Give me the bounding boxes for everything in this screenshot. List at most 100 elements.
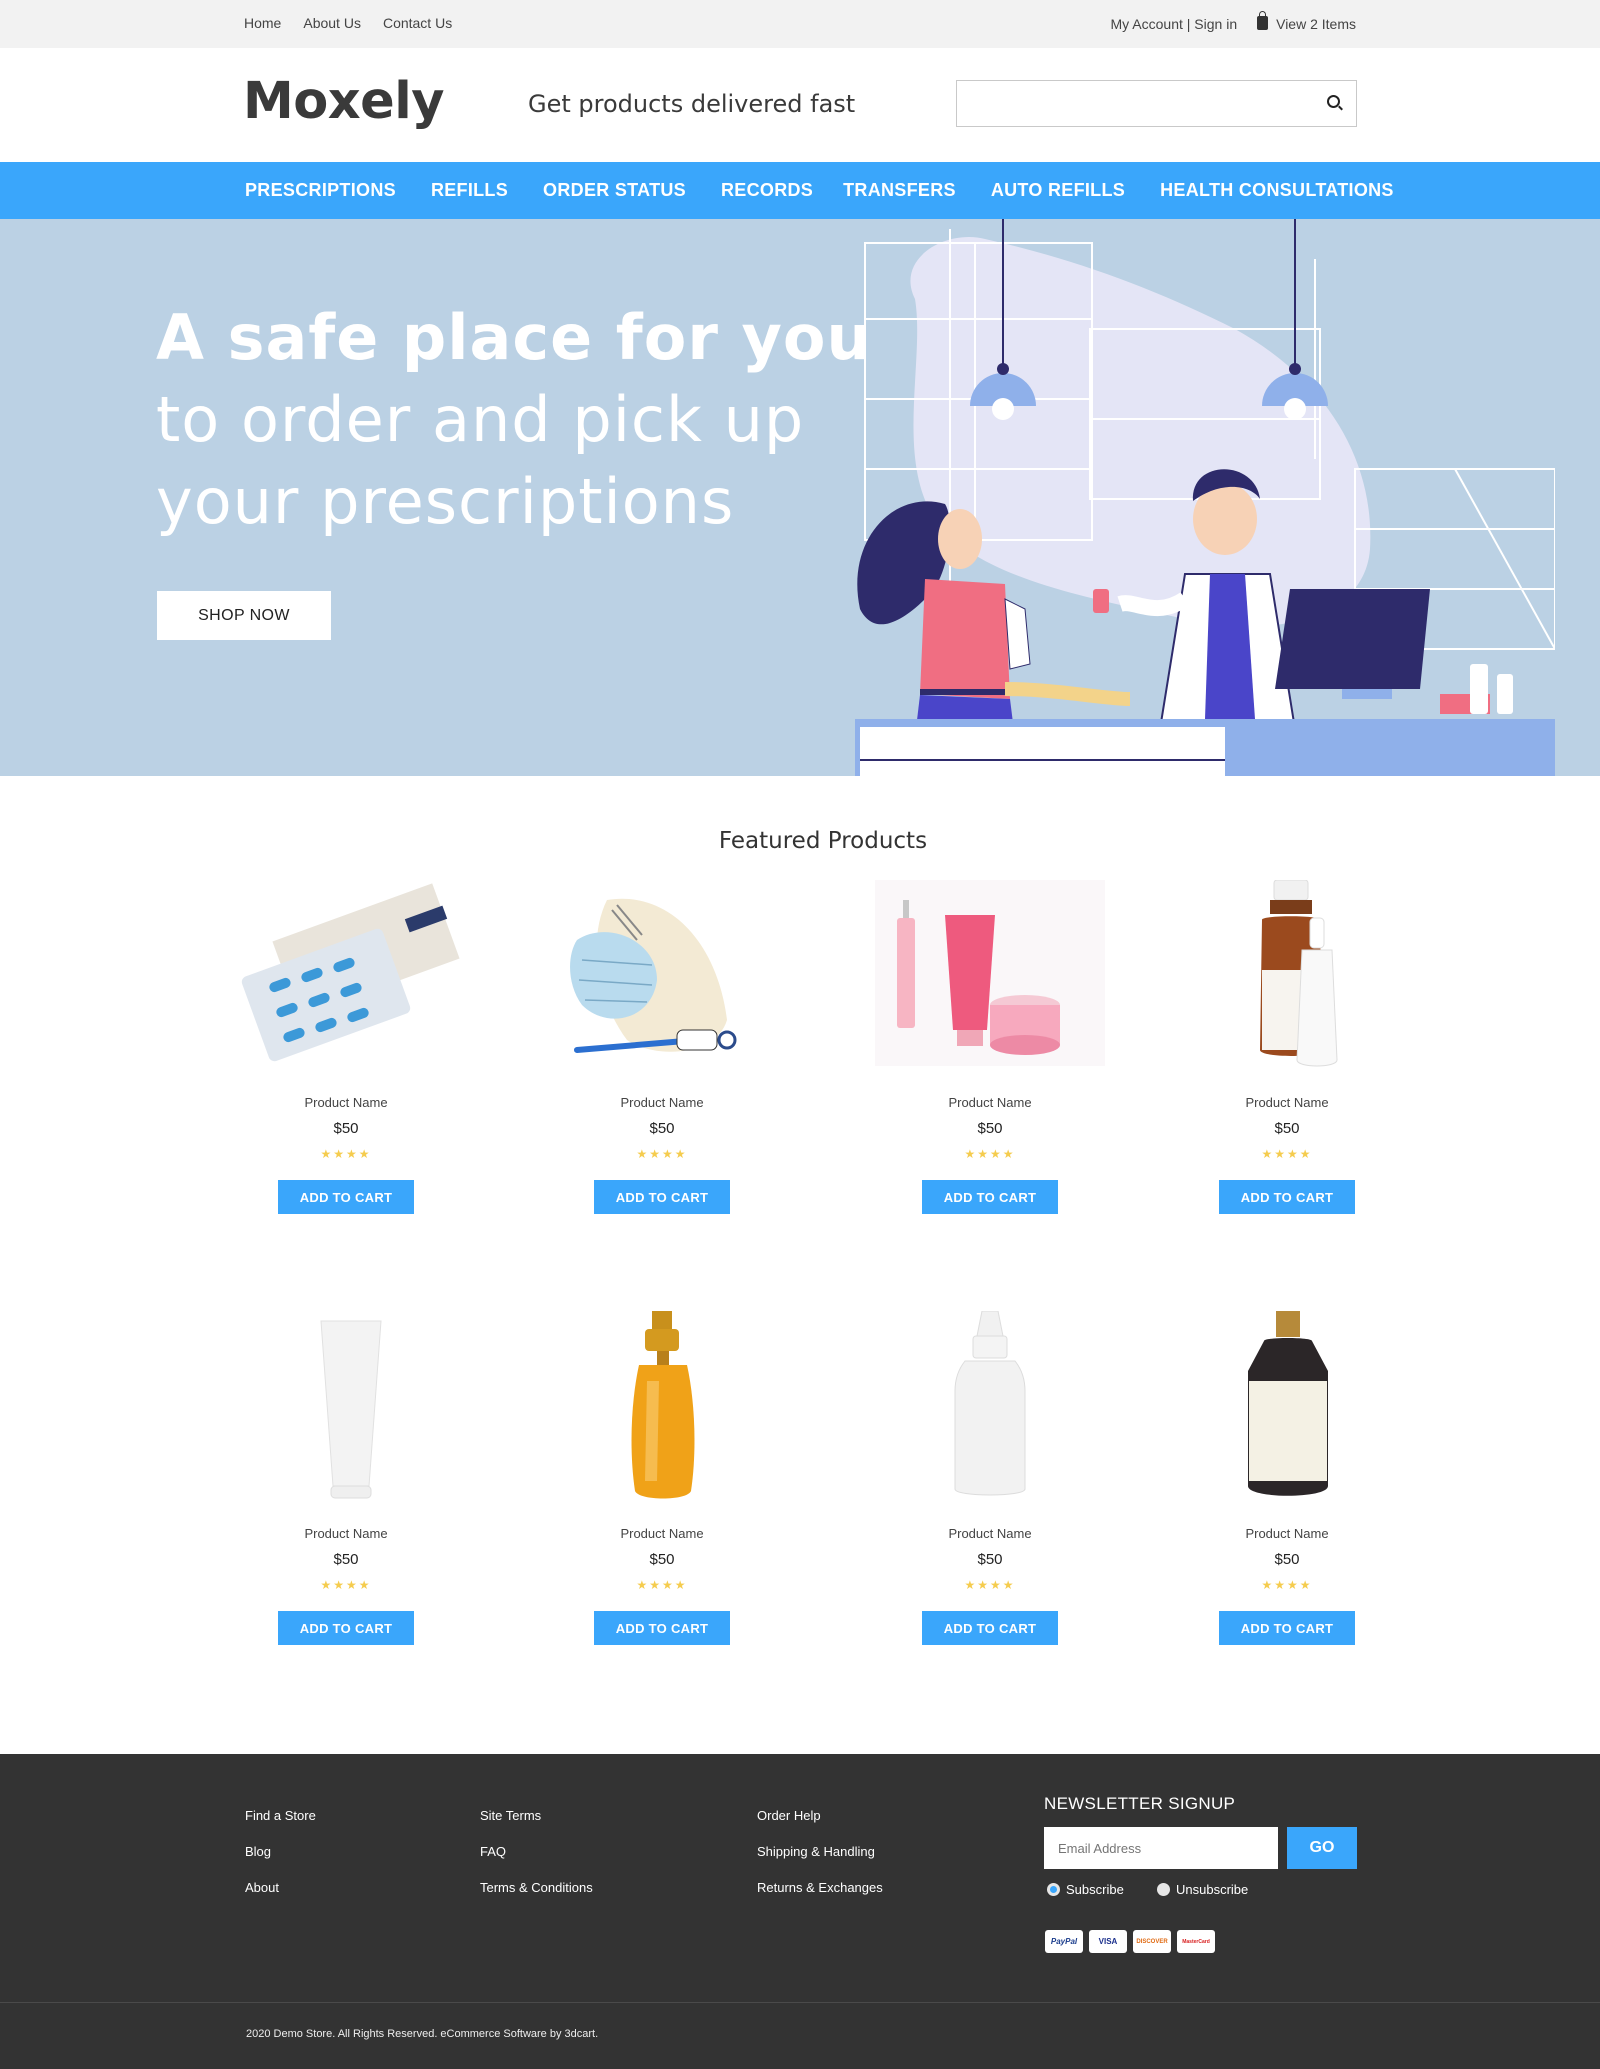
shop-now-button[interactable]: SHOP NOW	[157, 591, 331, 640]
terms-conditions-link[interactable]: Terms & Conditions	[480, 1870, 593, 1906]
top-bar: Home About Us Contact Us My Account | Si…	[0, 0, 1600, 48]
dropper-bottle-icon[interactable]	[875, 1310, 1105, 1511]
about-link[interactable]: About	[245, 1870, 316, 1906]
blog-link[interactable]: Blog	[245, 1834, 316, 1870]
footer-divider	[0, 2002, 1600, 2003]
rating-stars-icon: ★★★★	[964, 1147, 1016, 1161]
pill-blister-pack-icon[interactable]	[231, 880, 461, 1080]
copyright-text: 2020 Demo Store. All Rights Reserved. eC…	[246, 2028, 599, 2040]
medicine-bottles-icon[interactable]	[1172, 879, 1402, 1080]
account-signin-link[interactable]: My Account | Sign in	[1111, 16, 1238, 32]
discover-card-icon: DISCOVER	[1133, 1930, 1171, 1953]
hero-line-1: A safe place for you	[156, 301, 872, 374]
add-to-cart-button[interactable]: ADD TO CART	[922, 1180, 1058, 1214]
search-icon[interactable]	[1327, 95, 1340, 108]
first-aid-kit-icon[interactable]	[547, 880, 777, 1080]
product-price: $50	[977, 1551, 1003, 1568]
footer-column-2: Site Terms FAQ Terms & Conditions	[480, 1798, 593, 1906]
payment-methods: PayPal VISA DISCOVER MasterCard	[1045, 1930, 1215, 1953]
product-name[interactable]: Product Name	[840, 1526, 1140, 1544]
product-name[interactable]: Product Name	[840, 1095, 1140, 1113]
unsubscribe-radio[interactable]	[1157, 1883, 1170, 1896]
newsletter-title: NEWSLETTER SIGNUP	[1044, 1794, 1236, 1813]
hero-line-3: your prescriptions	[156, 465, 735, 538]
footer-column-3: Order Help Shipping & Handling Returns &…	[757, 1798, 883, 1906]
faq-link[interactable]: FAQ	[480, 1834, 593, 1870]
subscribe-option[interactable]: Subscribe	[1047, 1882, 1124, 1897]
main-nav: PRESCRIPTIONS REFILLS ORDER STATUS RECOR…	[0, 162, 1600, 219]
nav-auto-refills[interactable]: AUTO REFILLS	[991, 180, 1125, 201]
product-name[interactable]: Product Name	[196, 1095, 496, 1113]
search-input[interactable]	[957, 81, 1297, 126]
add-to-cart-button[interactable]: ADD TO CART	[1219, 1180, 1355, 1214]
subscribe-radio[interactable]	[1047, 1883, 1060, 1896]
cosmetic-tubes-icon[interactable]	[875, 880, 1105, 1080]
pharmacy-illustration	[855, 219, 1555, 776]
rating-stars-icon: ★★★★	[320, 1578, 372, 1592]
email-field[interactable]	[1044, 1827, 1278, 1869]
product-card: Product Name $50 ★★★★ ADD TO CART	[1137, 1311, 1437, 1645]
hero-headline: A safe place for you to order and pick u…	[156, 297, 872, 543]
product-card: Product Name $50 ★★★★ ADD TO CART	[196, 1311, 496, 1645]
black-cap-bottle-icon[interactable]	[1172, 1311, 1402, 1511]
white-tube-icon[interactable]	[231, 1311, 461, 1511]
shipping-handling-link[interactable]: Shipping & Handling	[757, 1834, 883, 1870]
nav-transfers[interactable]: TRANSFERS	[843, 180, 956, 201]
add-to-cart-button[interactable]: ADD TO CART	[278, 1180, 414, 1214]
rating-stars-icon: ★★★★	[1261, 1147, 1313, 1161]
product-card: Product Name $50 ★★★★ ADD TO CART	[512, 1311, 812, 1645]
nav-refills[interactable]: REFILLS	[431, 180, 508, 201]
add-to-cart-button[interactable]: ADD TO CART	[278, 1611, 414, 1645]
newsletter-go-button[interactable]: GO	[1287, 1827, 1357, 1869]
product-price: $50	[977, 1120, 1003, 1137]
product-price: $50	[649, 1551, 675, 1568]
site-logo[interactable]: Moxely	[243, 72, 445, 131]
product-price: $50	[333, 1551, 359, 1568]
site-terms-link[interactable]: Site Terms	[480, 1798, 593, 1834]
rating-stars-icon: ★★★★	[964, 1578, 1016, 1592]
product-name[interactable]: Product Name	[512, 1526, 812, 1544]
unsubscribe-label: Unsubscribe	[1176, 1882, 1249, 1897]
product-price: $50	[1274, 1551, 1300, 1568]
rating-stars-icon: ★★★★	[636, 1578, 688, 1592]
featured-products-title: Featured Products	[718, 828, 928, 854]
find-a-store-link[interactable]: Find a Store	[245, 1798, 316, 1834]
cart-link[interactable]: View 2 Items	[1257, 11, 1356, 32]
footer-column-1: Find a Store Blog About	[245, 1798, 316, 1906]
nav-records[interactable]: RECORDS	[721, 180, 813, 201]
returns-exchanges-link[interactable]: Returns & Exchanges	[757, 1870, 883, 1906]
contact-us-link[interactable]: Contact Us	[383, 15, 452, 31]
top-links: Home About Us Contact Us	[244, 15, 452, 31]
order-help-link[interactable]: Order Help	[757, 1798, 883, 1834]
paypal-card-icon: PayPal	[1045, 1930, 1083, 1953]
amber-pump-bottle-icon[interactable]	[547, 1311, 777, 1511]
add-to-cart-button[interactable]: ADD TO CART	[922, 1611, 1058, 1645]
product-name[interactable]: Product Name	[1137, 1095, 1437, 1113]
product-name[interactable]: Product Name	[512, 1095, 812, 1113]
home-link[interactable]: Home	[244, 15, 281, 31]
add-to-cart-button[interactable]: ADD TO CART	[1219, 1611, 1355, 1645]
about-us-link[interactable]: About Us	[303, 15, 361, 31]
product-card: Product Name $50 ★★★★ ADD TO CART	[1137, 879, 1437, 1214]
unsubscribe-option[interactable]: Unsubscribe	[1157, 1882, 1248, 1897]
hero-banner: A safe place for you to order and pick u…	[0, 219, 1600, 776]
visa-card-icon: VISA	[1089, 1930, 1127, 1953]
product-price: $50	[333, 1120, 359, 1137]
add-to-cart-button[interactable]: ADD TO CART	[594, 1611, 730, 1645]
account-links: My Account | Sign in View 2 Items	[1111, 11, 1356, 32]
nav-health-consultations[interactable]: HEALTH CONSULTATIONS	[1160, 180, 1394, 201]
product-card: Product Name $50 ★★★★ ADD TO CART	[512, 880, 812, 1214]
rating-stars-icon: ★★★★	[636, 1147, 688, 1161]
rating-stars-icon: ★★★★	[1261, 1578, 1313, 1592]
subscribe-label: Subscribe	[1066, 1882, 1124, 1897]
product-name[interactable]: Product Name	[1137, 1526, 1437, 1544]
product-card: Product Name $50 ★★★★ ADD TO CART	[840, 880, 1140, 1214]
product-price: $50	[649, 1120, 675, 1137]
add-to-cart-button[interactable]: ADD TO CART	[594, 1180, 730, 1214]
nav-order-status[interactable]: ORDER STATUS	[543, 180, 686, 201]
tagline: Get products delivered fast	[528, 90, 856, 118]
product-name[interactable]: Product Name	[196, 1526, 496, 1544]
product-card: Product Name $50 ★★★★ ADD TO CART	[196, 880, 496, 1214]
nav-prescriptions[interactable]: PRESCRIPTIONS	[245, 180, 396, 201]
site-footer: Find a Store Blog About Site Terms FAQ T…	[0, 1754, 1600, 2069]
